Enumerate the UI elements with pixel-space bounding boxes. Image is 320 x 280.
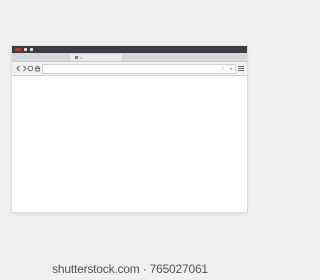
- watermark: shutterstock.com · 765027061: [52, 262, 208, 276]
- maximize-window-button[interactable]: [30, 48, 33, 51]
- title-bar: [12, 46, 247, 53]
- page-icon: [75, 56, 78, 59]
- browser-tab[interactable]: ×: [70, 54, 122, 61]
- close-icon[interactable]: ×: [80, 55, 82, 60]
- address-bar[interactable]: ☆ ▾: [42, 64, 236, 74]
- dropdown-icon[interactable]: ▾: [230, 66, 232, 72]
- close-window-button[interactable]: [15, 48, 21, 51]
- star-icon[interactable]: ☆: [221, 66, 225, 72]
- hamburger-menu-icon[interactable]: [238, 66, 244, 71]
- reload-icon[interactable]: [27, 65, 34, 72]
- minimize-window-button[interactable]: [24, 48, 27, 51]
- page-viewport: [12, 76, 247, 212]
- toolbar: ☆ ▾: [12, 62, 247, 76]
- home-icon[interactable]: [34, 65, 41, 72]
- tab-strip: ×: [12, 53, 247, 62]
- browser-window: × ☆ ▾: [12, 46, 247, 212]
